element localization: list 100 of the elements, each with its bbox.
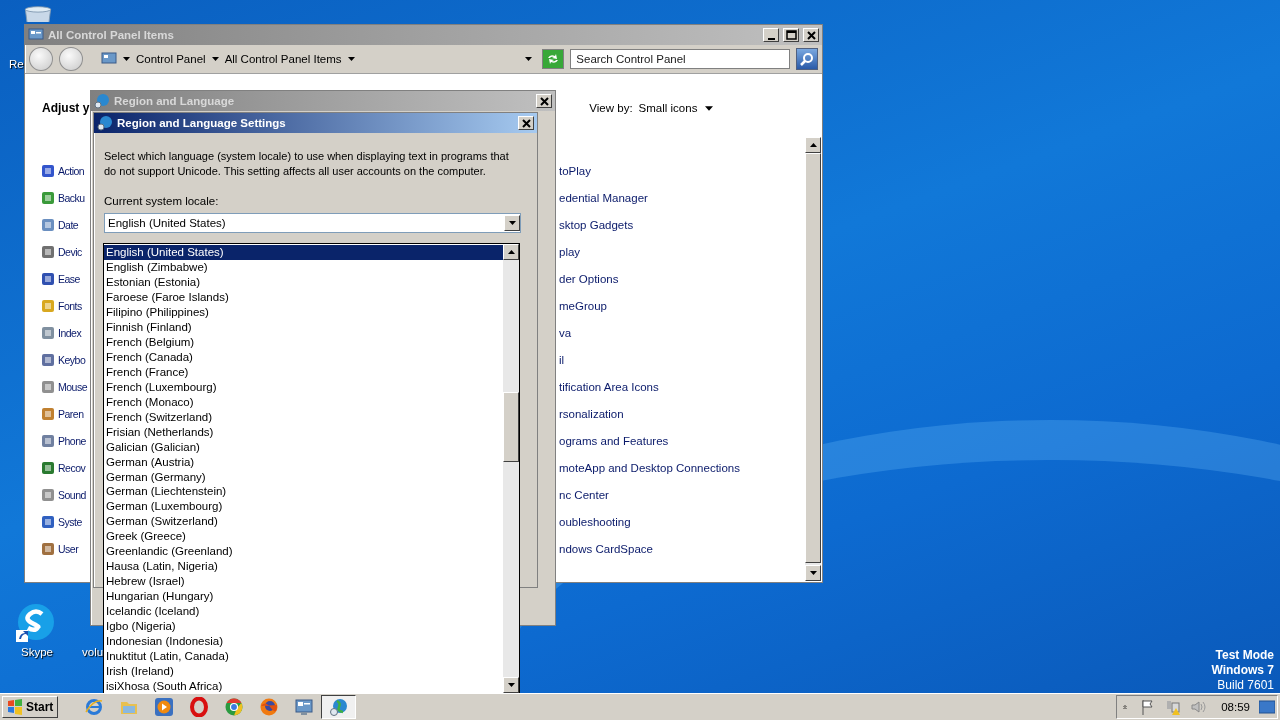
control-panel-item[interactable]: ndows CardSpace	[559, 535, 822, 562]
play-icon[interactable]	[153, 697, 174, 717]
scroll-up-button[interactable]	[503, 244, 519, 260]
address-bar[interactable]: Control Panel All Control Panel Items	[96, 48, 537, 70]
scroll-down-button[interactable]	[805, 565, 821, 581]
pinwheel-icon[interactable]	[223, 697, 244, 717]
list-option[interactable]: German (Luxembourg)	[104, 498, 503, 514]
list-option[interactable]: isiXhosa (South Africa)	[104, 678, 503, 694]
fireball-icon[interactable]	[258, 697, 279, 717]
control-panel-item[interactable]: der Options	[559, 265, 822, 292]
control-panel-item[interactable]: moteApp and Desktop Connections	[559, 454, 822, 481]
caret-icon[interactable]	[122, 57, 130, 61]
list-option[interactable]: English (Zimbabwe)	[104, 259, 503, 275]
control-panel-item[interactable]: meGroup	[559, 292, 822, 319]
list-option[interactable]: French (France)	[104, 364, 503, 380]
control-panel-item[interactable]: toPlay	[559, 157, 822, 184]
list-option[interactable]: Icelandic (Iceland)	[104, 603, 503, 619]
scrollbar[interactable]	[503, 244, 519, 693]
applet-icon	[40, 351, 56, 368]
system-info-text: Windows 7	[1211, 663, 1274, 678]
control-panel-item[interactable]: play	[559, 238, 822, 265]
refresh-button[interactable]	[542, 49, 565, 69]
control-panel-item[interactable]: Sound	[40, 481, 91, 508]
list-option[interactable]: Estonian (Estonia)	[104, 274, 503, 290]
control-panel-item[interactable]: User	[40, 535, 91, 562]
caret-icon[interactable]	[347, 57, 355, 61]
list-option[interactable]: Greek (Greece)	[104, 528, 503, 544]
list-option[interactable]: Filipino (Philippines)	[104, 304, 503, 320]
search-button[interactable]	[796, 48, 818, 70]
control-panel-item[interactable]: il	[559, 346, 822, 373]
clock[interactable]: 08:59	[1221, 701, 1250, 713]
control-panel-item[interactable]: tification Area Icons	[559, 373, 822, 400]
breadcrumb[interactable]: All Control Panel Items	[224, 53, 342, 65]
list-option[interactable]: French (Monaco)	[104, 394, 503, 410]
list-option[interactable]: Faroese (Faroe Islands)	[104, 289, 503, 305]
control-panel-item[interactable]: Paren	[40, 400, 91, 427]
view-by-dropdown[interactable]: Small icons	[638, 102, 714, 114]
locale-dropdown[interactable]: English (United States)	[104, 213, 521, 233]
applet-icon	[40, 459, 56, 476]
list-option[interactable]: Inuktitut (Latin, Canada)	[104, 648, 503, 664]
list-option[interactable]: English (United States)	[104, 245, 503, 260]
breadcrumb[interactable]: Control Panel	[135, 53, 206, 65]
scroll-thumb[interactable]	[503, 392, 519, 462]
list-option[interactable]: German (Germany)	[104, 469, 503, 484]
list-option[interactable]: German (Switzerland)	[104, 513, 503, 529]
control-panel-item[interactable]: sktop Gadgets	[559, 211, 822, 238]
list-option[interactable]: Hausa (Latin, Nigeria)	[104, 558, 503, 574]
ring-icon[interactable]	[188, 697, 209, 717]
panel-window-icon[interactable]	[293, 697, 314, 717]
globe-icon[interactable]	[328, 697, 349, 717]
list-option[interactable]: Hungarian (Hungary)	[104, 588, 503, 604]
dialog-title: Region and Language Settings	[117, 117, 287, 129]
list-option[interactable]: French (Canada)	[104, 349, 503, 365]
control-panel-item[interactable]: Index	[40, 319, 91, 346]
list-option[interactable]: French (Belgium)	[104, 334, 503, 350]
control-panel-item[interactable]: Recov	[40, 454, 91, 481]
caret-icon[interactable]	[525, 57, 533, 61]
scroll-down-button[interactable]	[503, 677, 519, 693]
control-panel-item[interactable]: edential Manager	[559, 184, 822, 211]
start-button[interactable]: Start	[2, 696, 59, 718]
skype-s-icon[interactable]	[16, 602, 56, 642]
show-desktop-icon[interactable]	[1259, 699, 1275, 715]
list-option[interactable]: Galician (Galician)	[104, 439, 503, 455]
control-panel-item[interactable]: Devic	[40, 238, 91, 265]
control-panel-item[interactable]: Fonts	[40, 292, 91, 319]
list-option[interactable]: Frisian (Netherlands)	[104, 424, 503, 440]
control-panel-item[interactable]: Keybo	[40, 346, 91, 373]
list-option[interactable]: German (Austria)	[104, 454, 503, 470]
caret-icon[interactable]	[211, 57, 219, 61]
scroll-up-button[interactable]	[805, 137, 821, 153]
control-panel-item[interactable]: Backu	[40, 184, 91, 211]
close-icon	[804, 28, 818, 42]
control-panel-item[interactable]: Syste	[40, 508, 91, 535]
globe-orbit-icon[interactable]	[83, 697, 104, 717]
list-option[interactable]: Greenlandic (Greenland)	[104, 543, 503, 559]
control-panel-item[interactable]: nc Center	[559, 481, 822, 508]
control-panel-item[interactable]: Mouse	[40, 373, 91, 400]
control-panel-item[interactable]: rsonalization	[559, 400, 822, 427]
locale-label: Current system locale:	[104, 195, 220, 207]
list-option[interactable]: Hebrew (Israel)	[104, 573, 503, 589]
back-button[interactable]	[29, 47, 53, 71]
list-option[interactable]: Finnish (Finland)	[104, 319, 503, 335]
list-option[interactable]: Indonesian (Indonesia)	[104, 633, 503, 649]
control-panel-item[interactable]: Ease	[40, 265, 91, 292]
list-option[interactable]: French (Luxembourg)	[104, 379, 503, 395]
list-option[interactable]: Igbo (Nigeria)	[104, 618, 503, 634]
search-field[interactable]: Search Control Panel	[570, 49, 791, 69]
control-panel-item[interactable]: va	[559, 319, 822, 346]
close-button[interactable]	[518, 116, 534, 130]
list-option[interactable]: French (Switzerland)	[104, 409, 503, 425]
control-panel-item[interactable]: Phone	[40, 427, 91, 454]
control-panel-item[interactable]: Date	[40, 211, 91, 238]
applet-icon	[40, 189, 56, 206]
control-panel-item[interactable]: oubleshooting	[559, 508, 822, 535]
forward-button[interactable]	[58, 47, 83, 71]
list-option[interactable]: Irish (Ireland)	[104, 663, 503, 679]
control-panel-item[interactable]: Action	[40, 157, 91, 184]
desktop-icon-label: Skype	[21, 646, 53, 658]
control-panel-item[interactable]: ograms and Features	[559, 427, 822, 454]
list-option[interactable]: German (Liechtenstein)	[104, 484, 503, 499]
